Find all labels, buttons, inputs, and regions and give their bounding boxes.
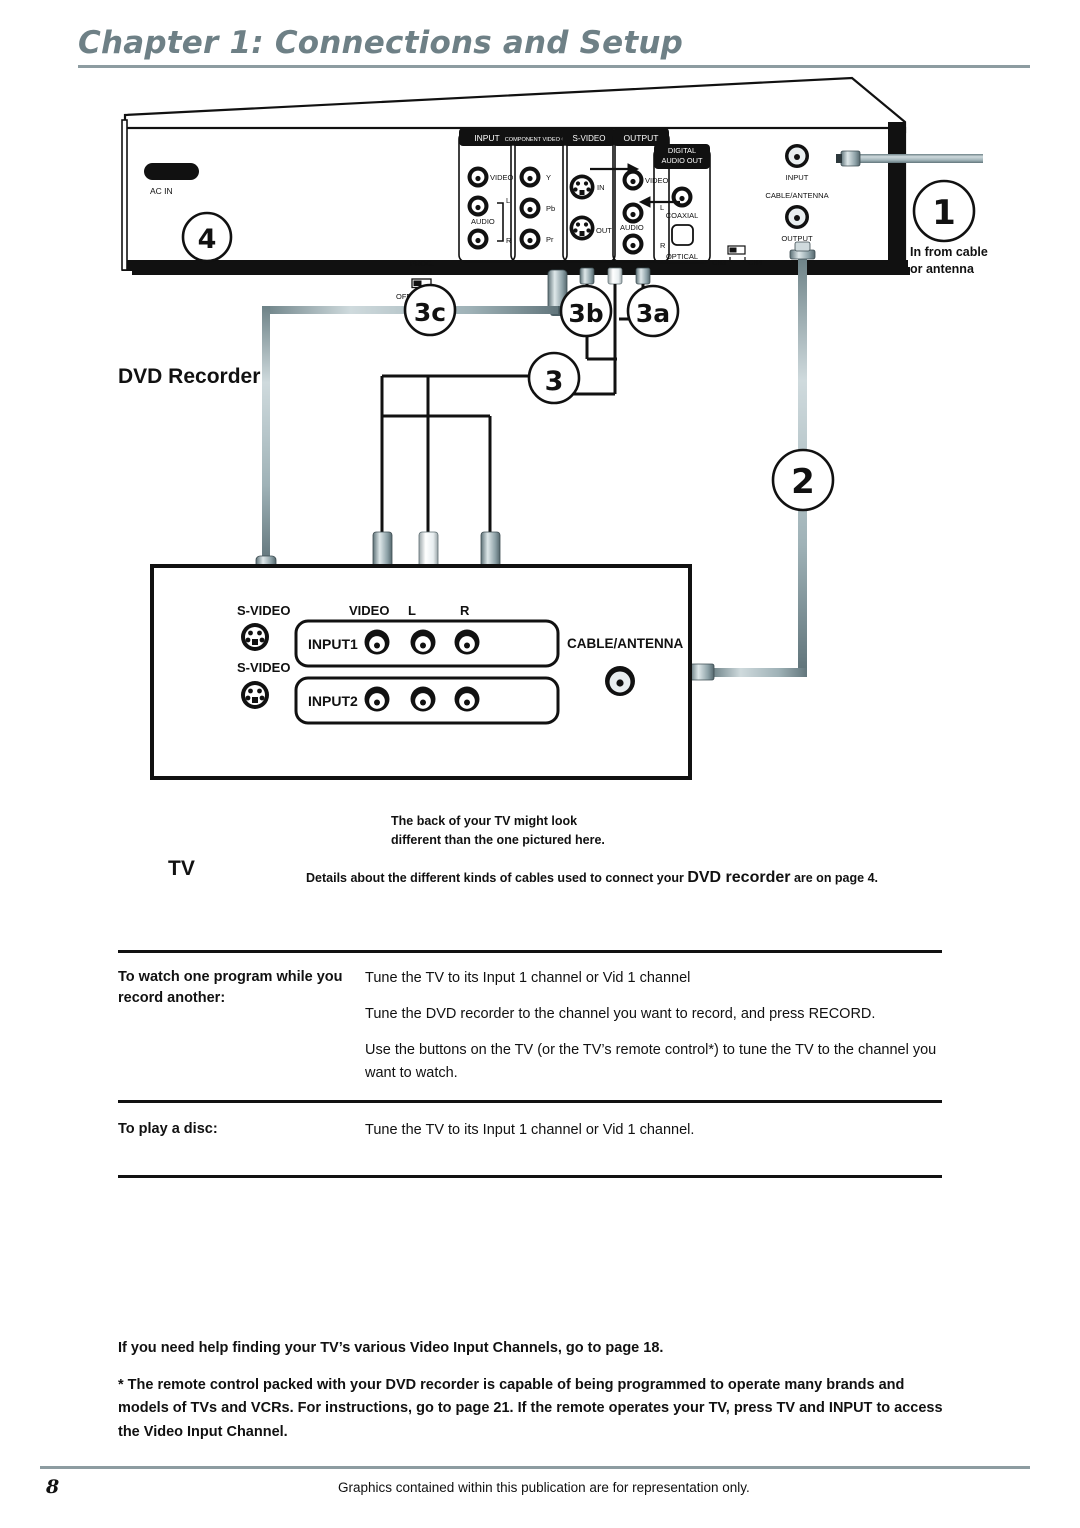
row-label: To play a disc: [118,1120,218,1137]
step-text: Use the buttons on the TV (or the TV’s r… [365,1042,937,1081]
table-rule-bottom [118,1175,942,1178]
rca-plug [607,267,623,285]
rca-jack [454,686,480,712]
tv-svideo-jack-1 [241,623,269,651]
svg-text:3a: 3a [636,299,670,328]
svg-text:AUDIO OUT: AUDIO OUT [661,156,703,165]
svg-text:COAXIAL: COAXIAL [666,211,699,220]
svg-text:Y: Y [546,173,551,182]
row-steps: Tune the TV to its Input 1 channel or Vi… [365,967,942,1085]
svg-text:CH3: CH3 [712,260,726,267]
svg-text:1: 1 [932,193,956,233]
dvd-recorder-label: DVD Recorder [118,365,261,388]
tv-note-line2: different than the one pictured here. [391,832,605,847]
table-row: To play a disc: Tune the TV to its Input… [118,1103,942,1175]
table-row: To watch one program while you record an… [118,953,942,1101]
footer-divider [40,1466,1030,1469]
svideo-block-title: S-VIDEO [573,134,606,143]
svg-text:DIGITAL: DIGITAL [668,146,696,155]
output-block-title: OUTPUT [624,133,659,143]
row-steps: Tune the TV to its Input 1 channel or Vi… [365,1119,942,1141]
svg-text:VIDEO: VIDEO [490,173,514,182]
svg-text:OUT: OUT [596,226,612,235]
svg-text:L: L [660,203,664,212]
antenna-caption-line2: or antenna [910,262,975,276]
svg-text:Pr: Pr [546,235,554,244]
antenna-input-jack: INPUT [785,144,809,182]
svg-text:VIDEO: VIDEO [645,176,669,185]
svg-text:CH4: CH4 [748,260,762,267]
callout-4: 4 [181,211,233,263]
rca-plug [579,267,595,285]
svg-text:SCAN: SCAN [410,268,431,277]
rca-plug [635,267,651,285]
footnote-remote-control: * The remote control packed with your DV… [118,1377,943,1440]
cables-note-pre: Details about the different kinds of cab… [306,871,688,885]
callout-1: 1 [912,179,976,243]
manual-page: Chapter 1: Connections and Setup AC IN 4… [0,0,1080,1528]
svg-text:OPTICAL: OPTICAL [666,252,698,261]
tv-cable-antenna-label: CABLE/ANTENNA [567,636,683,651]
chapter-header: Chapter 1: Connections and Setup [78,25,1030,69]
instructions-table: To watch one program while you record an… [118,950,942,1178]
rca-jack [364,629,390,655]
cables-note-post: are on page 4. [790,871,878,885]
output-audio-group-label: AUDIO [620,223,644,232]
svg-text:L: L [506,196,510,205]
header-divider [78,65,1030,69]
step-text: Tune the DVD recorder to the channel you… [365,1005,876,1022]
callout-3c: 3c [403,283,457,337]
footnote-video-input-channels: If you need help finding your TV’s vario… [118,1340,664,1356]
tv-antenna-jack [605,666,635,696]
svg-text:R: R [660,241,666,250]
tv-input1-label: INPUT1 [308,636,358,652]
svg-text:PROG.: PROG. [410,259,434,268]
rca-jack [364,686,390,712]
tv-label: TV [168,857,195,880]
tv-col-header-l: L [408,603,416,618]
tv-svideo-label-2: S-VIDEO [237,660,290,675]
svg-text:4: 4 [198,224,217,255]
tv-svideo-jack-2 [241,681,269,709]
cables-note-emphasis: DVD recorder [687,869,791,886]
svg-text:IN: IN [597,183,605,192]
svg-text:INPUT: INPUT [786,173,809,182]
svg-text:3: 3 [545,366,564,397]
cables-note: Details about the different kinds of cab… [306,869,878,887]
tv-input2-label: INPUT2 [308,693,358,709]
incoming-antenna-cable [836,150,983,167]
connection-diagram: AC IN 4 INPUT VIDEO L R AUDIO PROG. SCAN… [0,70,1080,900]
dvd-cable-antenna-label: CABLE/ANTENNA [765,191,829,200]
callout-2: 2 [771,448,835,512]
ac-in-label: AC IN [150,186,173,196]
rca-jack [454,629,480,655]
input-block-title: INPUT [474,133,500,143]
rca-jack [410,629,436,655]
input-audio-group-label: AUDIO [471,217,495,226]
svg-text:3c: 3c [414,298,446,327]
tv-svideo-label-1: S-VIDEO [237,603,290,618]
callout-3a: 3a [626,284,680,338]
svg-text:2: 2 [791,462,815,502]
tv-col-header-video: VIDEO [349,603,389,618]
step-text: Tune the TV to its Input 1 channel or Vi… [365,969,691,986]
svg-text:Pb: Pb [546,204,555,213]
tv-note: The back of your TV might look different… [391,812,605,850]
page-title: Chapter 1: Connections and Setup [78,25,684,61]
tv-col-header-r: R [460,603,470,618]
rca-jack [410,686,436,712]
svg-text:3b: 3b [568,299,603,328]
antenna-caption-line1: In from cable [910,245,988,259]
footer-disclaimer: Graphics contained within this publicati… [338,1480,750,1495]
footnotes: If you need help finding your TV’s vario… [118,1337,946,1444]
row-label: To watch one program while you record an… [118,968,343,1007]
page-number: 8 [46,1476,60,1498]
callout-3: 3 [527,351,581,405]
callout-3b: 3b [559,284,613,338]
tv-note-line1: The back of your TV might look [391,814,578,828]
step-text: Tune the TV to its Input 1 channel or Vi… [365,1121,695,1138]
